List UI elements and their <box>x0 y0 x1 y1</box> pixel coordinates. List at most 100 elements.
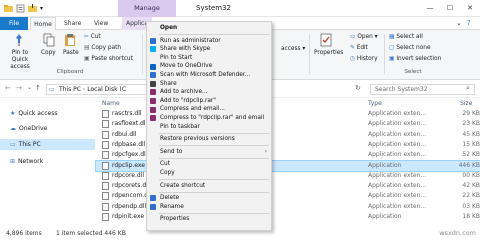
properties-button[interactable]: Properties <box>314 50 343 56</box>
file-type: Application exten... <box>368 171 427 179</box>
file-size: 42 KB <box>462 182 480 190</box>
up-icon[interactable]: ↑ <box>35 84 41 92</box>
refresh-icon[interactable]: ↻ <box>355 84 361 92</box>
menu-item-scan-with-microsoft-defender[interactable]: Scan with Microsoft Defender... <box>147 71 271 80</box>
nav-item-this-pc[interactable]: ▭ This PC <box>0 139 95 150</box>
search-input[interactable]: Search System32 <box>370 84 475 95</box>
manage-tab[interactable]: Manage <box>118 0 176 17</box>
column-header-size[interactable]: Size <box>460 98 472 109</box>
file-type: Application exten... <box>368 140 427 148</box>
open-label: Open ▾ <box>357 34 378 40</box>
copy-path-button[interactable]: ▤ Copy path <box>84 45 121 51</box>
copy-path-label: Copy path <box>91 45 122 51</box>
dropdown-icon[interactable]: ▾ <box>40 4 49 13</box>
menu-item-share-with-skype[interactable]: Share with Skype <box>147 45 271 54</box>
nav-item-onedrive[interactable]: ☁ OneDrive <box>10 123 47 134</box>
nav-item-quick-access[interactable]: ★ Quick access <box>10 108 57 119</box>
menu-item-label: Pin to Start <box>160 54 193 61</box>
menu-item-compress-to-rdpclip-rar-and-email[interactable]: Compress to "rdpclip.rar" and email <box>147 114 271 123</box>
menu-item-pin-to-start[interactable]: Pin to Start <box>147 54 271 63</box>
select-group-label: Select <box>404 69 422 75</box>
edit-button[interactable]: ✎ Edit <box>350 45 368 51</box>
column-header-name[interactable]: Name <box>102 98 120 109</box>
select-none-icon: ▢ <box>389 45 395 51</box>
properties-icon[interactable] <box>16 4 25 13</box>
minimize-button[interactable]: — <box>420 0 440 17</box>
breadcrumb-this-pc[interactable]: This PC <box>59 86 81 93</box>
menu-item-copy[interactable]: Copy <box>147 169 271 178</box>
file-name-cell: rdpcore.dll <box>102 171 144 181</box>
close-button[interactable]: ✕ <box>460 0 480 17</box>
cut-button[interactable]: ✂ Cut <box>84 34 101 40</box>
file-type: Application <box>368 161 402 169</box>
context-menu: Open Run as administrator Share with Skype… <box>146 21 272 231</box>
menu-item-send-to[interactable]: Send to › <box>147 148 271 157</box>
select-all-button[interactable]: ▦ Select all <box>389 34 423 40</box>
history-button[interactable]: ◷ History <box>350 56 378 62</box>
search-icon: ⌕ <box>466 84 470 92</box>
archive-icon <box>150 115 156 122</box>
file-icon <box>102 202 109 211</box>
menu-item-label: Add to "rdpclip.rar" <box>160 97 216 104</box>
ribbon-separator <box>142 34 143 74</box>
file-name: rasfloext.dll <box>112 120 148 128</box>
nav-item-network[interactable]: ⊞ Network <box>10 156 43 167</box>
paste-button[interactable]: Paste <box>63 50 79 56</box>
recent-locations-icon[interactable]: ⌄ <box>27 84 32 91</box>
invert-selection-button[interactable]: ▣ Invert selection <box>389 56 441 62</box>
menu-item-label: Delete <box>160 195 180 202</box>
menu-item-share[interactable]: Share <box>147 80 271 89</box>
forward-icon[interactable]: → <box>16 84 22 92</box>
menu-item-label: Send to <box>160 148 183 155</box>
file-name-cell: rdpclip.exe <box>102 161 145 171</box>
file-name: rdpbase.dll <box>112 140 146 148</box>
menu-item-run-as-administrator[interactable]: Run as administrator <box>147 37 271 46</box>
menu-item-delete[interactable]: Delete <box>147 194 271 203</box>
this-pc-icon: ▭ <box>49 86 55 93</box>
paste-shortcut-icon: ▣ <box>84 56 90 62</box>
address-bar[interactable]: ▭ This PC › Local Disk (C <box>46 84 150 95</box>
history-label: History <box>356 56 378 62</box>
tab-home[interactable]: Home <box>30 17 56 30</box>
window-title: System32 <box>196 4 232 12</box>
tab-view[interactable]: View <box>94 17 108 30</box>
new-folder-icon[interactable] <box>28 4 37 13</box>
menu-item-open[interactable]: Open <box>147 24 271 33</box>
nav-item-label: OneDrive <box>19 125 48 132</box>
paste-shortcut-button[interactable]: ▣ Paste shortcut <box>84 56 133 62</box>
column-header-type[interactable]: Type <box>368 98 382 109</box>
menu-item-move-to-onedrive[interactable]: Move to OneDrive <box>147 62 271 71</box>
menu-separator <box>159 212 269 214</box>
file-name-cell: rdbui.dll <box>102 130 137 140</box>
file-name-cell: rdpendp.dll <box>102 202 146 212</box>
menu-separator <box>159 34 269 36</box>
tab-share[interactable]: Share <box>64 17 81 30</box>
menu-item-rename[interactable]: Rename <box>147 203 271 212</box>
file-icon <box>102 140 109 149</box>
edit-icon: ✎ <box>350 45 355 51</box>
file-type: Application exten... <box>368 182 427 190</box>
help-icon[interactable]: ? <box>467 17 471 30</box>
file-type: Application exten... <box>368 120 427 128</box>
menu-item-pin-to-taskbar[interactable]: Pin to taskbar <box>147 123 271 132</box>
menu-item-cut[interactable]: Cut <box>147 160 271 169</box>
maximize-button[interactable]: ☐ <box>440 0 460 17</box>
pin-quick-access-button[interactable]: Pin to Quick access <box>3 50 37 71</box>
open-button[interactable]: ▭ Open ▾ <box>350 34 378 40</box>
file-icon <box>102 161 109 170</box>
select-none-button[interactable]: ▢ Select none <box>389 45 431 51</box>
back-icon[interactable]: ← <box>5 84 11 92</box>
menu-item-create-shortcut[interactable]: Create shortcut <box>147 182 271 191</box>
menu-item-restore-previous-versions[interactable]: Restore previous versions <box>147 135 271 144</box>
copy-button[interactable]: Copy <box>41 50 56 56</box>
expand-ribbon-icon[interactable]: ⌄ <box>456 17 462 30</box>
menu-item-add-to-rdpclip-rar[interactable]: Add to "rdpclip.rar" <box>147 97 271 106</box>
tab-file[interactable]: File <box>0 17 28 30</box>
menu-item-add-to-archive[interactable]: Add to archive... <box>147 88 271 97</box>
menu-item-compress-and-email[interactable]: Compress and email... <box>147 105 271 114</box>
breadcrumb-local-disk[interactable]: Local Disk (C <box>87 86 126 93</box>
easy-access-button[interactable]: access ▾ <box>281 46 305 52</box>
menu-item-properties[interactable]: Properties <box>147 215 271 224</box>
folder-icon <box>4 4 13 13</box>
file-name-cell: rdpinit.exe <box>102 212 144 222</box>
